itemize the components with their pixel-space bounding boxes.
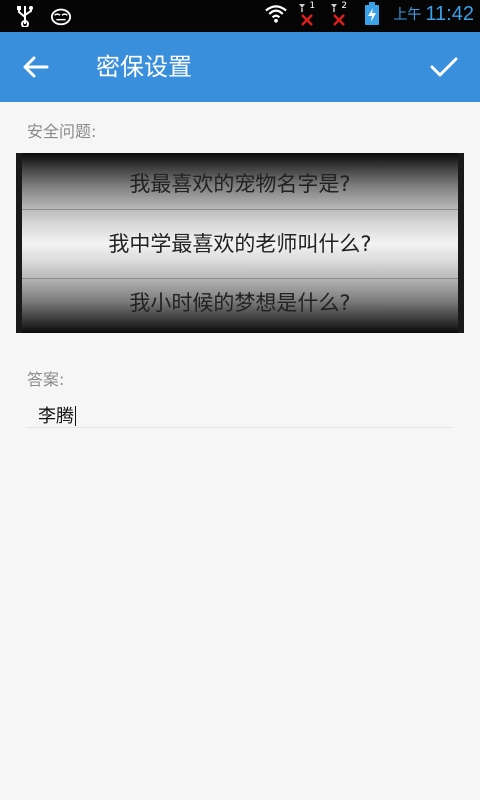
picker-option-selected[interactable]: 我中学最喜欢的老师叫什么? (22, 209, 458, 279)
security-question-label: 安全问题: (27, 122, 97, 141)
status-bar: 1 2 上午 11:42 (0, 0, 480, 32)
answer-text: 李腾 (38, 406, 74, 427)
app-bar: 密保设置 (0, 32, 480, 102)
sim2-label: 2 (341, 1, 348, 11)
answer-input[interactable] (26, 394, 452, 428)
picker-option-3[interactable]: 我小时候的梦想是什么? (22, 278, 458, 333)
signal-2-icon: 2 (329, 1, 351, 26)
picker-wheel[interactable]: 我最喜欢的宠物名字是? 我中学最喜欢的老师叫什么? 我小时候的梦想是什么? (22, 153, 458, 333)
arrow-left-icon (23, 56, 49, 78)
answer-value[interactable]: 李腾 (38, 402, 76, 428)
ampm-label: 上午 (393, 7, 422, 23)
check-icon (430, 57, 458, 77)
usb-icon (14, 4, 36, 28)
clock: 11:42 (425, 2, 474, 25)
question-picker[interactable]: 我最喜欢的宠物名字是? 我中学最喜欢的老师叫什么? 我小时候的梦想是什么? (16, 153, 464, 333)
cat-icon (50, 4, 72, 28)
battery-charging-icon (361, 2, 383, 26)
wifi-icon (265, 2, 288, 26)
confirm-button[interactable] (426, 49, 462, 85)
picker-frame-right (458, 153, 464, 333)
picker-frame-left (16, 153, 22, 333)
back-button[interactable] (18, 49, 54, 85)
text-cursor (75, 406, 76, 426)
signal-1-icon: 1 (297, 1, 319, 26)
picker-option-1[interactable]: 我最喜欢的宠物名字是? (22, 153, 458, 208)
page-title: 密保设置 (96, 53, 192, 81)
sim1-label: 1 (309, 1, 316, 11)
answer-label: 答案: (27, 370, 65, 389)
